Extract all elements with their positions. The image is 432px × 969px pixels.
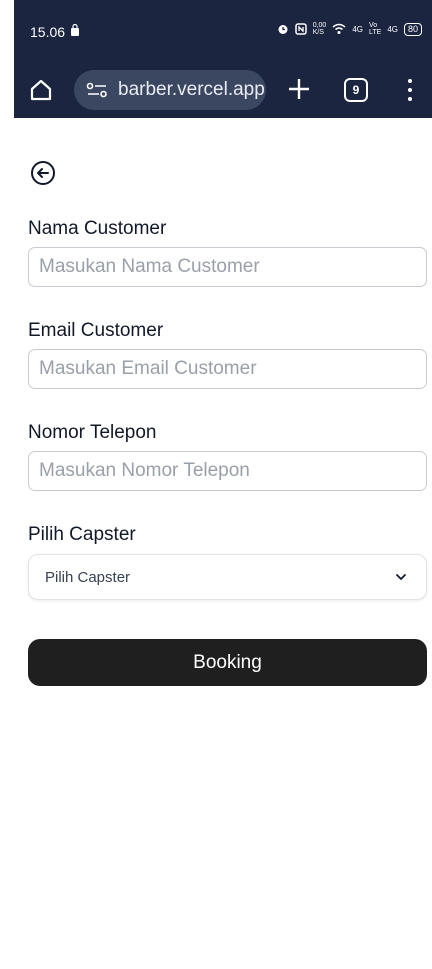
customer-email-input[interactable] — [28, 349, 427, 389]
chevron-down-icon — [396, 574, 406, 580]
wifi-icon — [332, 23, 346, 34]
home-icon[interactable] — [28, 77, 54, 103]
capster-select-value: Pilih Capster — [45, 568, 131, 586]
customer-email-label: Email Customer — [28, 320, 164, 341]
new-tab-icon[interactable] — [284, 74, 314, 104]
nfc-icon — [294, 23, 307, 35]
capster-select[interactable]: Pilih Capster — [28, 554, 427, 600]
net-speed: 0,00 K/S — [312, 22, 327, 36]
customer-name-input[interactable] — [28, 247, 427, 287]
capster-label: Pilih Capster — [28, 524, 136, 545]
alarm-icon — [278, 25, 288, 34]
address-bar[interactable]: barber.vercel.app — [74, 70, 266, 110]
status-bar: 15.06 0,00 K/S 4G Vo LTE 4G 80 — [14, 0, 432, 60]
signal-2-label: 4G — [387, 24, 398, 34]
phone-number-input[interactable] — [28, 451, 427, 491]
site-settings-icon[interactable] — [86, 81, 108, 99]
more-menu-icon[interactable] — [402, 76, 418, 104]
volte-label: Vo LTE — [368, 22, 382, 36]
browser-toolbar: barber.vercel.app 9 — [14, 60, 432, 118]
back-arrow-icon[interactable] — [30, 160, 56, 186]
phone-number-label: Nomor Telepon — [28, 422, 157, 443]
booking-button[interactable]: Booking — [28, 639, 427, 686]
status-icons: 0,00 K/S 4G Vo LTE 4G 80 — [277, 22, 422, 36]
customer-name-label: Nama Customer — [28, 218, 167, 239]
url-text: barber.vercel.app — [118, 79, 265, 100]
signal-1-label: 4G — [352, 24, 363, 34]
status-time: 15.06 — [30, 24, 66, 40]
notification-icon — [71, 24, 79, 36]
tab-switcher-button[interactable]: 9 — [344, 78, 368, 102]
battery-indicator: 80 — [403, 22, 422, 36]
